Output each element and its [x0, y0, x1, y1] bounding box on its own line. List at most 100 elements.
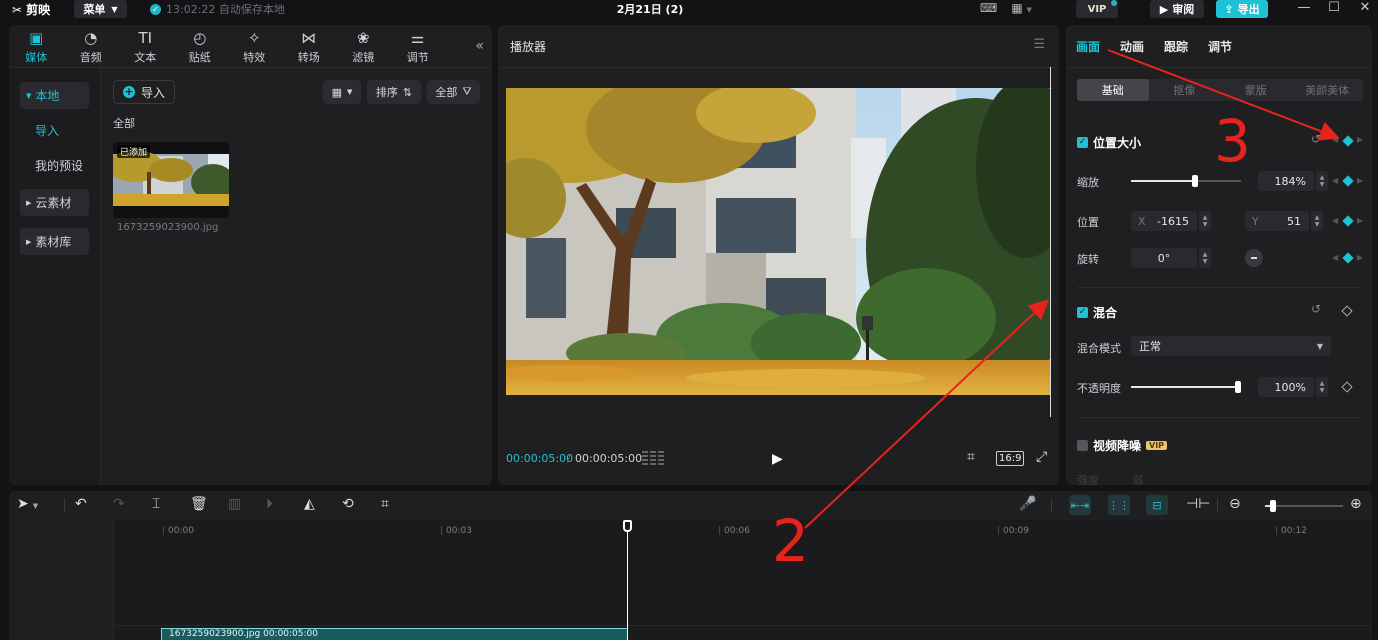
checkbox-unchecked-icon[interactable] — [1077, 440, 1088, 451]
checkbox-checked-icon[interactable]: ✓ — [1077, 307, 1088, 318]
zoom-slider[interactable] — [1265, 505, 1343, 507]
next-keyframe-icon[interactable]: ▶ — [1357, 216, 1363, 225]
keyboard-shortcut-icon[interactable]: ⌨ — [980, 1, 997, 15]
tab-adjust[interactable]: 调节 — [1208, 38, 1232, 55]
preview-scrollbar[interactable] — [1050, 67, 1051, 417]
tab-sticker[interactable]: ◴ 贴纸 — [173, 25, 228, 67]
rotate-icon[interactable]: ⟲ — [342, 496, 354, 512]
mirror-icon[interactable]: ◭ — [304, 496, 315, 512]
scale-stepper[interactable]: ▲ ▼ — [1316, 171, 1328, 191]
slider-knob[interactable] — [1192, 175, 1198, 187]
opacity-stepper[interactable]: ▲ ▼ — [1316, 377, 1328, 397]
screenshot-icon[interactable]: ⌗ — [967, 449, 975, 465]
collapse-panel-icon[interactable]: « — [475, 38, 484, 54]
tab-text[interactable]: TI 文本 — [118, 25, 173, 67]
timeline-grid-icon[interactable] — [642, 450, 664, 466]
rotation-dial-icon[interactable] — [1245, 249, 1263, 267]
subtab-keying[interactable]: 抠像 — [1149, 79, 1221, 101]
position-x-input[interactable]: X -1615 — [1131, 211, 1197, 231]
subtab-mask[interactable]: 蒙版 — [1220, 79, 1292, 101]
playhead-handle[interactable] — [623, 520, 632, 532]
position-size-section[interactable]: ✓ 位置大小 — [1077, 134, 1141, 151]
x-stepper[interactable]: ▲ ▼ — [1199, 211, 1211, 231]
tab-adjust[interactable]: ⚌ 调节 — [391, 25, 446, 67]
prev-keyframe-icon[interactable]: ◀ — [1332, 216, 1338, 225]
menu-icon[interactable]: ☰ — [1033, 37, 1045, 52]
tab-media[interactable]: ▣ 媒体 — [9, 25, 64, 67]
zoom-knob[interactable] — [1270, 500, 1276, 512]
reset-icon[interactable]: ↺ — [1311, 302, 1321, 316]
keyframe-empty-icon[interactable] — [1341, 305, 1353, 317]
keyframe-icon[interactable] — [1342, 175, 1354, 187]
video-preview[interactable] — [506, 88, 1050, 395]
crop-icon[interactable]: ⌗ — [381, 496, 389, 512]
select-cursor-icon[interactable]: ➤ ▼ — [17, 496, 38, 512]
blend-section[interactable]: ✓ 混合 — [1077, 304, 1117, 321]
prev-keyframe-icon[interactable]: ◀ — [1332, 253, 1338, 262]
minimize-icon[interactable]: — — [1294, 0, 1314, 15]
blend-mode-select[interactable]: 正常 ▼ — [1131, 336, 1331, 356]
position-y-input[interactable]: Y 51 — [1245, 211, 1309, 231]
tab-transition[interactable]: ⋈ 转场 — [282, 25, 337, 67]
zoom-out-icon[interactable]: ⊖ — [1229, 496, 1241, 512]
sort-button[interactable]: 排序 ⇅ — [367, 80, 421, 104]
tab-filter[interactable]: ❀ 滤镜 — [336, 25, 391, 67]
split-icon[interactable]: ⌶ — [152, 496, 160, 512]
rotation-stepper[interactable]: ▲ ▼ — [1199, 248, 1211, 268]
import-button[interactable]: + 导入 — [113, 80, 175, 104]
keyframe-icon[interactable] — [1342, 252, 1354, 264]
linkage-icon[interactable]: ⊟ — [1146, 495, 1168, 515]
freeze-frame-icon[interactable]: ▥ — [228, 496, 241, 512]
timeline[interactable]: 00:00 00:03 00:06 00:09 00:12 1673259023… — [9, 520, 1372, 640]
keyframe-icon[interactable] — [1342, 135, 1354, 147]
scale-input[interactable]: 184% — [1258, 171, 1314, 191]
slider-knob[interactable] — [1235, 381, 1241, 393]
zoom-in-icon[interactable]: ⊕ — [1350, 496, 1362, 512]
playhead-line[interactable] — [627, 528, 628, 640]
keyframe-icon[interactable] — [1342, 215, 1354, 227]
tab-audio[interactable]: ◔ 音频 — [64, 25, 119, 67]
undo-icon[interactable]: ↶ — [75, 496, 87, 512]
y-stepper[interactable]: ▲ ▼ — [1311, 211, 1323, 231]
play-icon[interactable]: ▶ — [772, 451, 783, 467]
checkbox-checked-icon[interactable]: ✓ — [1077, 137, 1088, 148]
redo-icon[interactable]: ↷ — [113, 496, 125, 512]
menu-button[interactable]: 菜单 ▼ — [74, 0, 127, 18]
tab-animation[interactable]: 动画 — [1120, 38, 1144, 55]
tab-effects[interactable]: ✧ 特效 — [227, 25, 282, 67]
opacity-input[interactable]: 100% — [1258, 377, 1314, 397]
play-circle-icon[interactable]: ⏵ — [266, 496, 273, 512]
keyframe-empty-icon[interactable] — [1341, 381, 1353, 393]
subtab-beauty[interactable]: 美颜美体 — [1292, 79, 1364, 101]
scale-slider[interactable] — [1131, 175, 1241, 187]
preview-axis-icon[interactable]: ⊣⊢ — [1186, 496, 1210, 512]
main-track-magnet-icon[interactable]: ⇤⇥ — [1069, 495, 1091, 515]
filter-button[interactable]: 全部 ⛛ — [427, 80, 480, 104]
close-icon[interactable]: ✕ — [1355, 0, 1375, 15]
timeline-clip[interactable]: 1673259023900.jpg 00:00:05:00 — [161, 628, 628, 640]
media-thumbnail[interactable]: 已添加 — [113, 142, 229, 218]
fullscreen-icon[interactable]: ⤢ — [1036, 449, 1047, 465]
rotation-input[interactable]: 0° — [1131, 248, 1197, 268]
export-button[interactable]: ⇪ 导出 — [1216, 0, 1268, 18]
subtab-basic[interactable]: 基础 — [1077, 79, 1149, 101]
layout-icon[interactable]: ▦ ▼ — [1011, 1, 1032, 15]
sidebar-item-cloud[interactable]: ▶ 云素材 — [20, 189, 89, 216]
maximize-icon[interactable]: ☐ — [1324, 0, 1344, 15]
sidebar-item-library[interactable]: ▶ 素材库 — [20, 228, 89, 255]
next-keyframe-icon[interactable]: ▶ — [1357, 135, 1363, 144]
prev-keyframe-icon[interactable]: ◀ — [1332, 176, 1338, 185]
review-button[interactable]: ▶ 审阅 — [1150, 0, 1204, 18]
next-keyframe-icon[interactable]: ▶ — [1357, 253, 1363, 262]
denoise-section[interactable]: 视频降噪 VIP — [1077, 437, 1168, 454]
reset-icon[interactable]: ↺ — [1311, 132, 1321, 146]
microphone-icon[interactable]: 🎤 — [1019, 496, 1036, 512]
tab-picture[interactable]: 画面 — [1076, 38, 1100, 55]
prev-keyframe-icon[interactable]: ◀ — [1332, 135, 1338, 144]
opacity-slider[interactable] — [1131, 381, 1241, 393]
auto-snap-icon[interactable]: ⋮⋮ — [1108, 495, 1130, 515]
sidebar-item-presets[interactable]: 我的预设 — [20, 152, 89, 179]
sidebar-item-import[interactable]: 导入 — [20, 117, 89, 144]
view-mode-button[interactable]: ▦ ▼ — [323, 80, 361, 104]
delete-icon[interactable]: 🗑 — [190, 496, 208, 512]
